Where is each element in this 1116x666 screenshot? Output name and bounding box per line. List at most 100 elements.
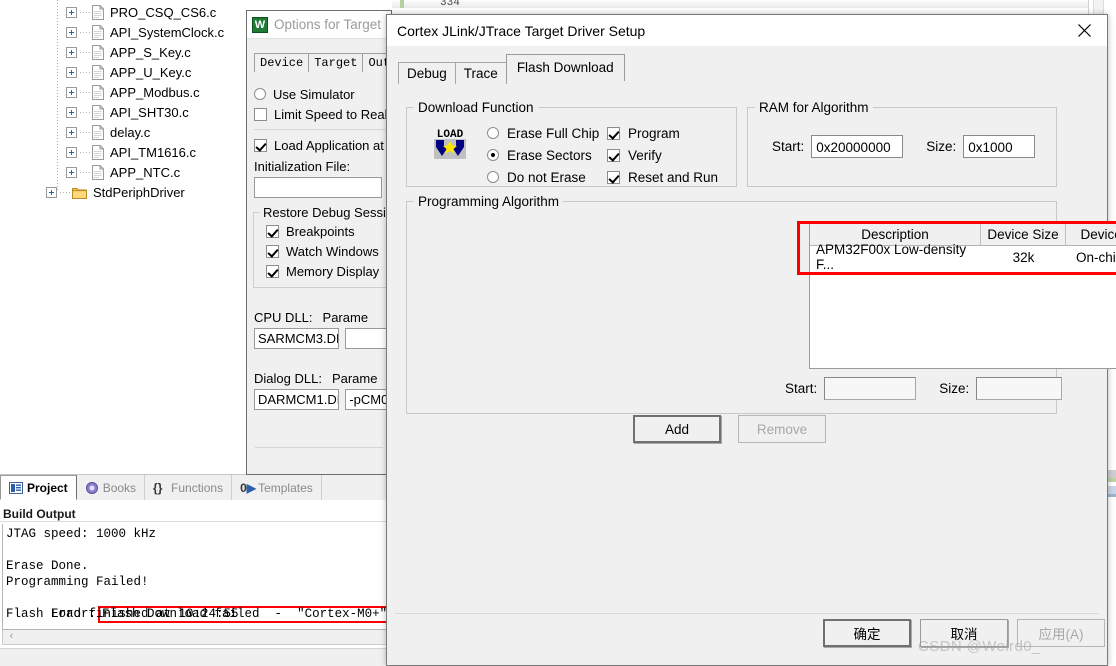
c-file-icon	[92, 24, 104, 40]
erase-sectors-option[interactable]: Erase Sectors	[487, 144, 599, 166]
jlink-dialog-titlebar[interactable]: Cortex JLink/JTrace Target Driver Setup	[387, 15, 1107, 46]
reset-and-run-option[interactable]: Reset and Run	[607, 166, 718, 188]
expand-icon[interactable]	[66, 26, 77, 38]
c-file-icon	[92, 64, 104, 80]
tab-project[interactable]: Project	[0, 475, 77, 500]
expand-icon[interactable]	[66, 166, 77, 178]
tab-books[interactable]: Books	[77, 475, 146, 500]
breakpoints-option[interactable]: Breakpoints	[266, 221, 390, 241]
load-application-option[interactable]: Load Application at S	[254, 135, 391, 155]
expand-icon[interactable]	[66, 86, 77, 98]
checkbox-icon[interactable]	[266, 244, 279, 258]
limit-speed-label: Limit Speed to Real-T	[274, 106, 392, 122]
expand-icon[interactable]	[66, 146, 77, 158]
tab-target[interactable]: Target	[308, 53, 364, 72]
add-button[interactable]: Add	[633, 415, 721, 443]
erase-full-chip-option[interactable]: Erase Full Chip	[487, 122, 599, 144]
tree-item-file[interactable]: API_TM1616.c	[66, 142, 196, 162]
tab-functions-label: Functions	[171, 480, 224, 495]
tree-guide-line	[57, 0, 58, 192]
books-icon	[85, 481, 99, 495]
limit-speed-option[interactable]: Limit Speed to Real-T	[254, 104, 391, 124]
build-line: Erase Done.	[6, 559, 89, 573]
tab-flash-download[interactable]: Flash Download	[505, 54, 625, 81]
options-for-target-dialog[interactable]: Options for Target Device Target Outpu U…	[246, 10, 392, 475]
checkbox-icon[interactable]	[607, 126, 620, 140]
ram-size-input[interactable]: 0x1000	[963, 135, 1036, 158]
tree-item-label: PRO_CSQ_CS6.c	[110, 4, 217, 20]
ok-button[interactable]: 确定	[823, 619, 911, 647]
checkbox-icon[interactable]	[266, 264, 279, 278]
scroll-left-icon[interactable]: ‹	[6, 631, 17, 642]
radio-icon[interactable]	[487, 171, 499, 183]
expand-icon[interactable]	[66, 46, 77, 58]
table-row[interactable]: APM32F00x Low-density F... 32k On-chip F…	[810, 242, 1116, 272]
ram-start-input[interactable]: 0x20000000	[811, 135, 904, 158]
restore-debug-session-title: Restore Debug Session	[260, 205, 391, 220]
dialog-dll-input[interactable]: DARMCM1.DLL	[254, 389, 340, 410]
radio-icon[interactable]	[487, 127, 499, 139]
tab-debug[interactable]: Debug	[398, 62, 456, 84]
ram-size-label: Size:	[926, 139, 957, 154]
checkbox-icon[interactable]	[607, 170, 620, 184]
cell-description: APM32F00x Low-density F...	[816, 242, 967, 272]
restore-debug-session-group: Restore Debug Session Breakpoints Watch …	[253, 205, 391, 288]
tab-functions[interactable]: {} Functions	[145, 475, 233, 500]
column-header-device-type[interactable]: Device Type	[1066, 224, 1116, 245]
use-simulator-option[interactable]: Use Simulator	[254, 84, 391, 104]
tab-templates[interactable]: 0▶ Templates	[232, 475, 322, 500]
do-not-erase-option[interactable]: Do not Erase	[487, 166, 599, 188]
c-file-icon	[92, 164, 104, 180]
radio-icon[interactable]	[254, 88, 266, 100]
radio-icon[interactable]	[487, 149, 499, 161]
tree-item-file[interactable]: APP_U_Key.c	[66, 62, 191, 82]
tab-trace[interactable]: Trace	[454, 62, 507, 84]
column-header-device-size[interactable]: Device Size	[981, 224, 1066, 245]
tree-item-file[interactable]: APP_NTC.c	[66, 162, 180, 182]
algorithm-size-input[interactable]	[976, 377, 1063, 400]
programming-algorithm-table[interactable]: Description Device Size Device Type Addr…	[809, 223, 1116, 369]
tree-item-file[interactable]: API_SystemClock.c	[66, 22, 224, 42]
cpu-param-input[interactable]	[345, 328, 391, 349]
cell-device-size: 32k	[1012, 249, 1035, 265]
algorithm-range-fields: Start: Size:	[785, 377, 1063, 400]
algorithm-start-input[interactable]	[824, 377, 917, 400]
tree-item-file[interactable]: delay.c	[66, 122, 150, 142]
build-output-hscrollbar[interactable]: ‹	[2, 630, 387, 645]
cpu-dll-row: CPU DLL: Parame	[247, 310, 391, 325]
tree-item-file[interactable]: PRO_CSQ_CS6.c	[66, 2, 216, 22]
build-error-line: Error: Flash Download failed - "Cortex-M0…	[6, 590, 386, 623]
remove-button[interactable]: Remove	[738, 415, 826, 443]
jlink-target-driver-dialog[interactable]: Cortex JLink/JTrace Target Driver Setup …	[386, 14, 1116, 666]
options-dialog-titlebar[interactable]: Options for Target	[247, 11, 391, 39]
dialog-param-input[interactable]: -pCM0	[345, 389, 391, 410]
close-icon[interactable]	[1061, 15, 1107, 46]
ide-status-bar	[0, 648, 392, 666]
checkbox-icon[interactable]	[254, 107, 267, 121]
memory-display-option[interactable]: Memory Display	[266, 261, 390, 281]
expand-icon[interactable]	[66, 6, 77, 18]
verify-option[interactable]: Verify	[607, 144, 718, 166]
tab-device[interactable]: Device	[254, 53, 310, 72]
functions-icon: {}	[153, 480, 163, 495]
tree-item-file[interactable]: API_SHT30.c	[66, 102, 189, 122]
tree-item-file[interactable]: APP_S_Key.c	[66, 42, 191, 62]
templates-icon: 0▶	[240, 480, 256, 495]
tree-item-folder[interactable]: StdPeriphDriver	[46, 182, 185, 202]
tree-item-label: APP_S_Key.c	[110, 44, 191, 60]
checkbox-icon[interactable]	[607, 148, 620, 162]
tree-item-file[interactable]: APP_Modbus.c	[66, 82, 200, 102]
watch-windows-option[interactable]: Watch Windows	[266, 241, 390, 261]
expand-icon[interactable]	[66, 66, 77, 78]
expand-icon[interactable]	[66, 126, 77, 138]
checkbox-icon[interactable]	[254, 138, 267, 152]
expand-icon[interactable]	[46, 186, 57, 198]
build-output-body[interactable]: JTAG speed: 1000 kHz Erase Done. Program…	[2, 524, 387, 630]
initialization-file-input[interactable]	[254, 177, 382, 198]
ram-for-algorithm-title: RAM for Algorithm	[755, 100, 873, 115]
options-dialog-title: Options for Target	[274, 17, 382, 32]
checkbox-icon[interactable]	[266, 224, 279, 238]
cpu-dll-input[interactable]: SARMCM3.DLL	[254, 328, 340, 349]
expand-icon[interactable]	[66, 106, 77, 118]
program-option[interactable]: Program	[607, 122, 718, 144]
